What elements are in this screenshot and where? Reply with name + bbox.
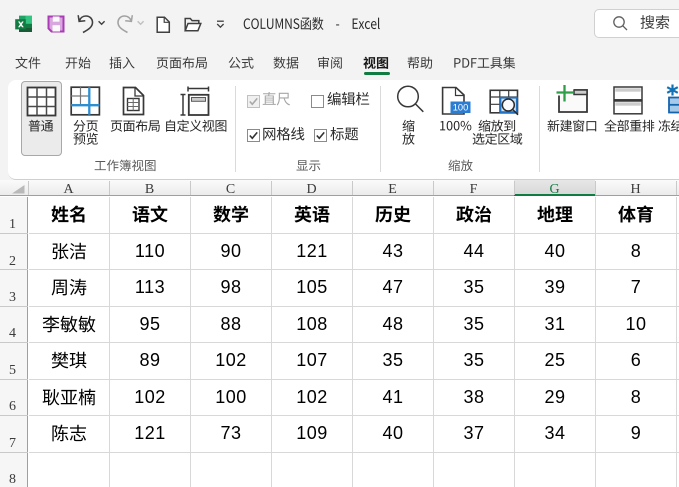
svg-text:100: 100 (453, 103, 469, 113)
